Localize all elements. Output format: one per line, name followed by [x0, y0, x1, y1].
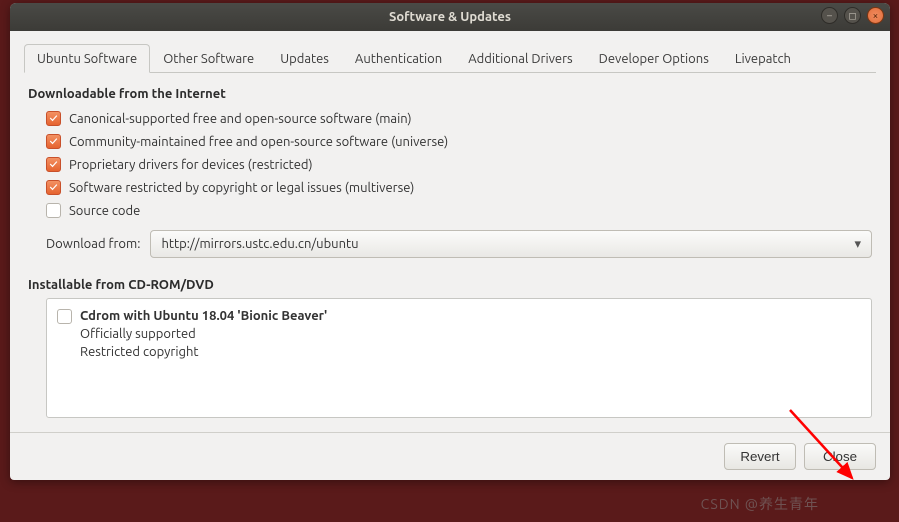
ubuntu-software-pane: Downloadable from the Internet ✓ Canonic…	[24, 73, 876, 422]
checkbox-restricted[interactable]: ✓	[46, 157, 61, 172]
checkbox-multiverse[interactable]: ✓	[46, 180, 61, 195]
cdrom-line2: Restricted copyright	[80, 343, 327, 361]
tab-developer-options[interactable]: Developer Options	[586, 44, 722, 73]
tab-updates[interactable]: Updates	[267, 44, 342, 73]
download-from-label: Download from:	[46, 237, 140, 251]
titlebar[interactable]: Software & Updates – ◻ ×	[10, 3, 890, 31]
tab-livepatch[interactable]: Livepatch	[722, 44, 804, 73]
tabs: Ubuntu Software Other Software Updates A…	[24, 43, 876, 73]
chevron-down-icon: ▾	[854, 237, 861, 252]
checkbox-row-universe[interactable]: ✓ Community-maintained free and open-sou…	[28, 130, 872, 153]
revert-button[interactable]: Revert	[724, 443, 796, 470]
section-cdrom-heading: Installable from CD-ROM/DVD	[28, 278, 872, 292]
software-updates-window: Software & Updates – ◻ × Ubuntu Software…	[10, 3, 890, 480]
close-icon[interactable]: ×	[867, 7, 884, 24]
cdrom-line1: Officially supported	[80, 325, 327, 343]
cdrom-text: Cdrom with Ubuntu 18.04 'Bionic Beaver' …	[80, 307, 327, 362]
checkbox-row-restricted[interactable]: ✓ Proprietary drivers for devices (restr…	[28, 153, 872, 176]
minimize-icon[interactable]: –	[821, 7, 838, 24]
checkbox-row-source[interactable]: Source code	[28, 199, 872, 222]
checkbox-row-main[interactable]: ✓ Canonical-supported free and open-sour…	[28, 107, 872, 130]
download-from-row: Download from: http://mirrors.ustc.edu.c…	[28, 222, 872, 266]
checkbox-row-multiverse[interactable]: ✓ Software restricted by copyright or le…	[28, 176, 872, 199]
section-internet-heading: Downloadable from the Internet	[28, 87, 872, 101]
watermark-text: CSDN @养生青年	[701, 494, 819, 514]
cdrom-title: Cdrom with Ubuntu 18.04 'Bionic Beaver'	[80, 307, 327, 325]
download-from-value: http://mirrors.ustc.edu.cn/ubuntu	[161, 237, 358, 251]
download-from-combo[interactable]: http://mirrors.ustc.edu.cn/ubuntu ▾	[150, 230, 872, 258]
cdrom-list[interactable]: Cdrom with Ubuntu 18.04 'Bionic Beaver' …	[46, 298, 872, 418]
checkbox-label: Software restricted by copyright or lega…	[69, 181, 414, 195]
checkbox-label: Proprietary drivers for devices (restric…	[69, 158, 313, 172]
tab-ubuntu-software[interactable]: Ubuntu Software	[24, 44, 150, 73]
tab-authentication[interactable]: Authentication	[342, 44, 455, 73]
maximize-icon[interactable]: ◻	[844, 7, 861, 24]
window-controls: – ◻ ×	[821, 7, 884, 24]
tab-other-software[interactable]: Other Software	[150, 44, 267, 73]
checkbox-label: Community-maintained free and open-sourc…	[69, 135, 448, 149]
checkbox-source[interactable]	[46, 203, 61, 218]
tab-additional-drivers[interactable]: Additional Drivers	[455, 44, 585, 73]
checkbox-universe[interactable]: ✓	[46, 134, 61, 149]
checkbox-main[interactable]: ✓	[46, 111, 61, 126]
cdrom-item[interactable]: Cdrom with Ubuntu 18.04 'Bionic Beaver' …	[57, 307, 861, 362]
dialog-footer: Revert Close	[10, 432, 890, 480]
checkbox-cdrom[interactable]	[57, 309, 72, 324]
close-button[interactable]: Close	[804, 443, 876, 470]
checkbox-label: Canonical-supported free and open-source…	[69, 112, 412, 126]
content-area: Ubuntu Software Other Software Updates A…	[10, 31, 890, 480]
window-title: Software & Updates	[10, 10, 890, 24]
checkbox-label: Source code	[69, 204, 140, 218]
